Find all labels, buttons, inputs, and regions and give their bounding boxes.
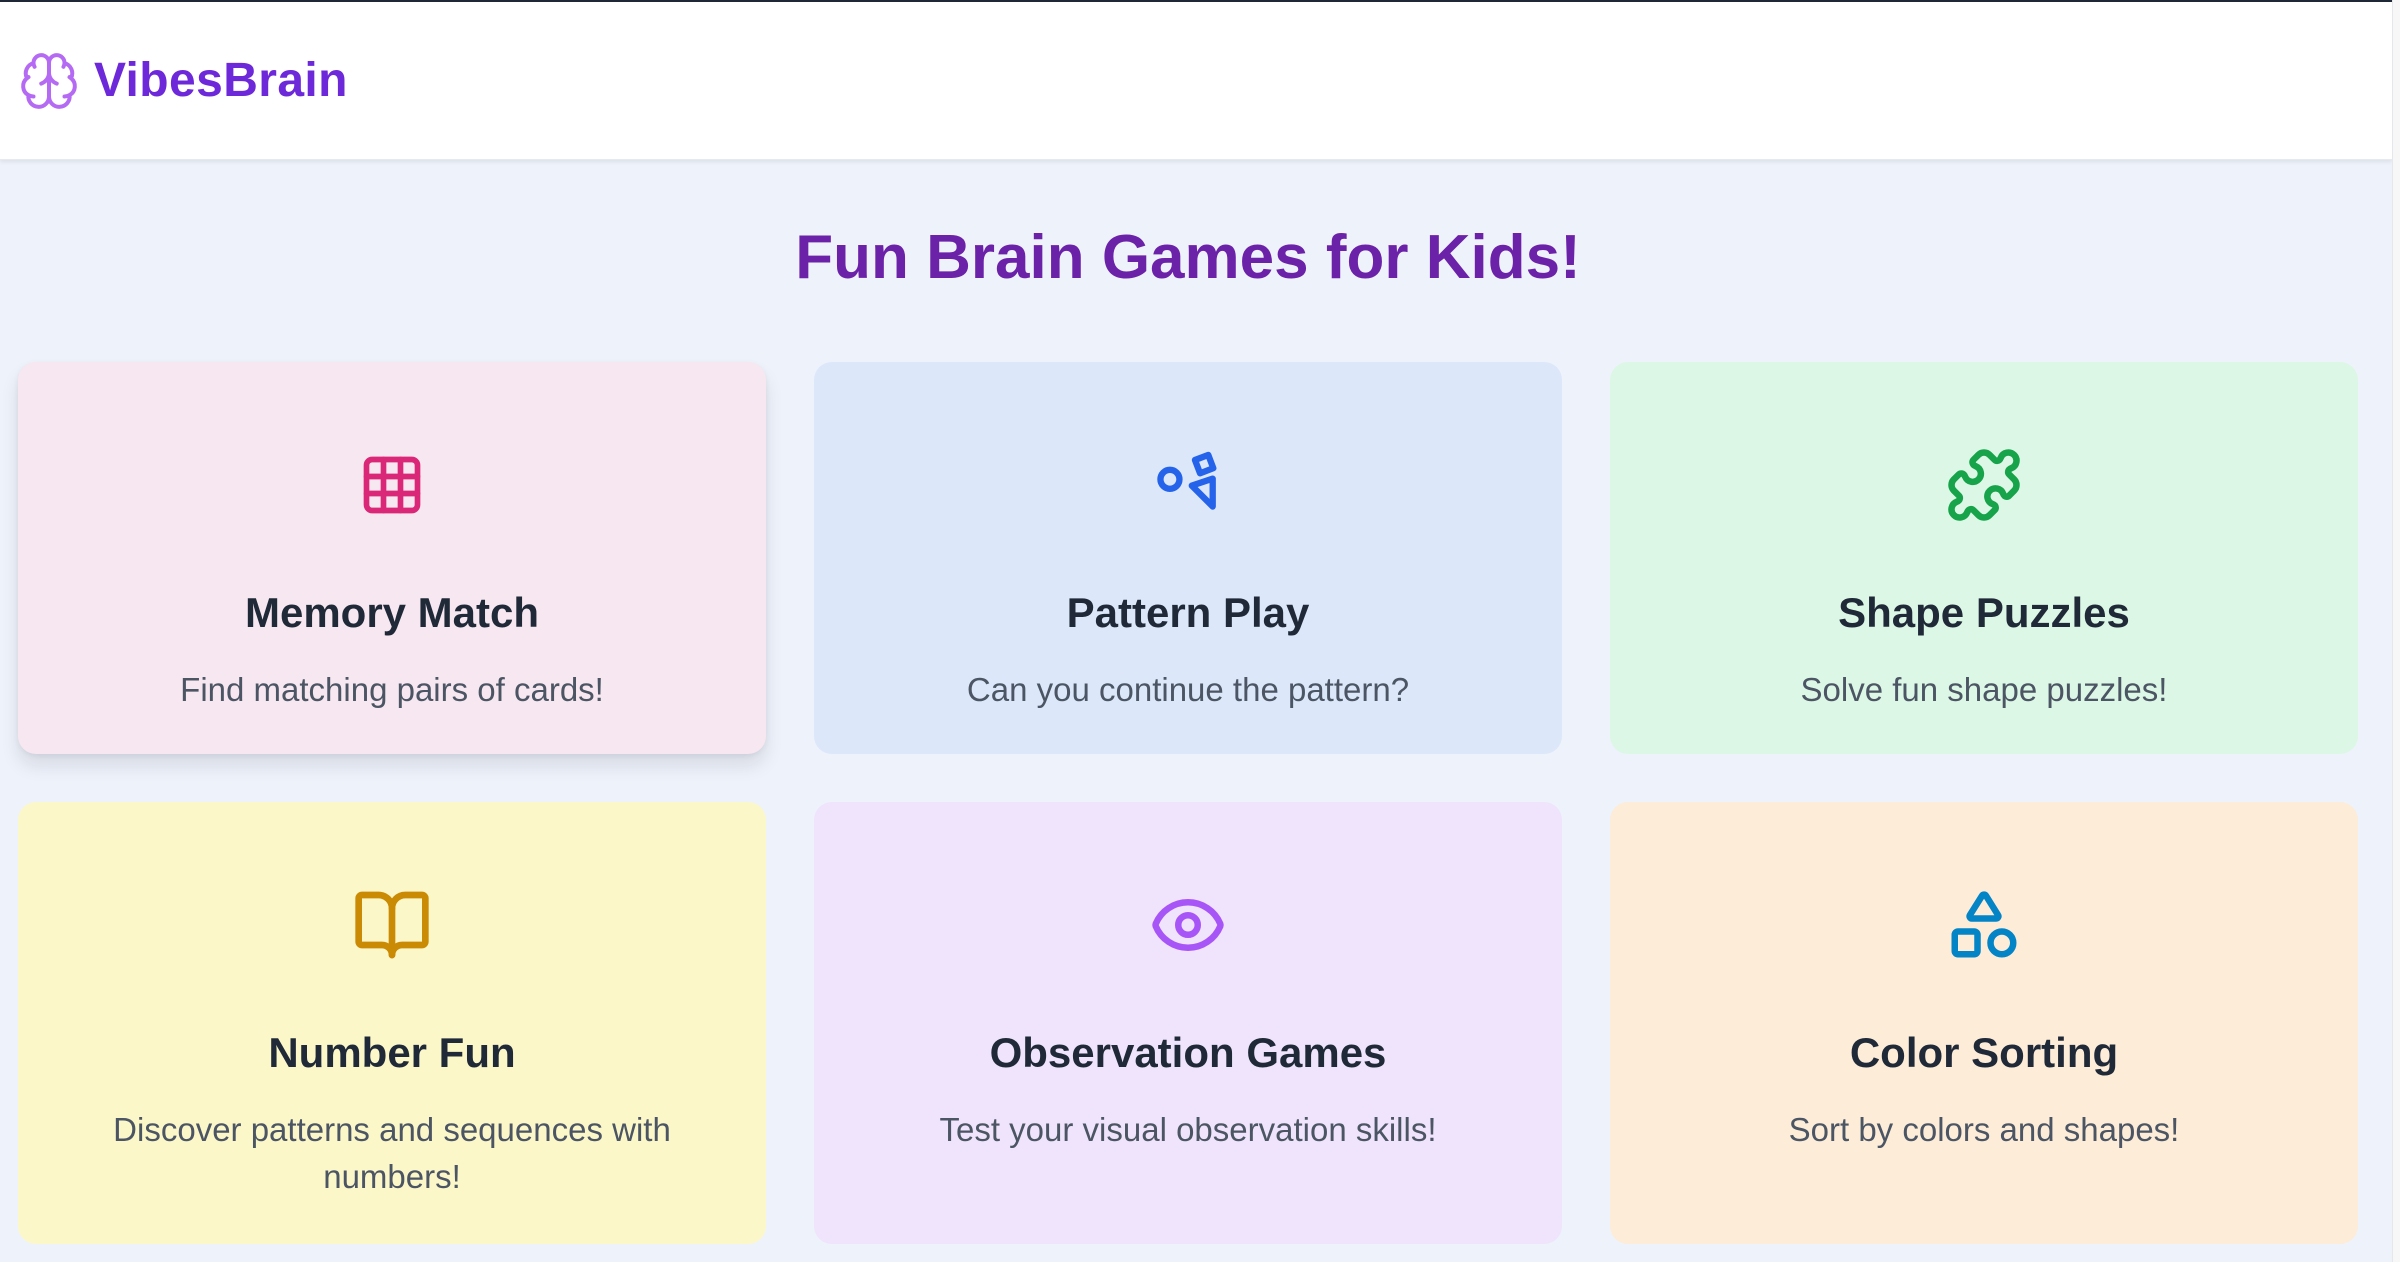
site-header: VibesBrain (0, 2, 2392, 160)
shapes-sort-icon (1943, 884, 2025, 966)
game-description: Can you continue the pattern? (966, 671, 1410, 709)
eye-icon (1147, 884, 1229, 966)
game-title: Pattern Play (1066, 589, 1310, 636)
game-card-color-sorting[interactable]: Color Sorting Sort by colors and shapes! (1610, 802, 2358, 1244)
puzzle-icon (1943, 444, 2025, 526)
game-title: Number Fun (268, 1029, 516, 1076)
page-scrollbar[interactable] (2392, 0, 2400, 1262)
brand-link[interactable]: VibesBrain (18, 50, 348, 112)
game-title: Observation Games (989, 1029, 1387, 1076)
game-card-shape-puzzles[interactable]: Shape Puzzles Solve fun shape puzzles! (1610, 362, 2358, 754)
grid-icon (351, 444, 433, 526)
game-title: Memory Match (244, 589, 540, 636)
book-open-icon (351, 884, 433, 966)
game-description: Solve fun shape puzzles! (1800, 671, 2168, 709)
page-title: Fun Brain Games for Kids! (795, 223, 1581, 292)
game-card-pattern-play[interactable]: Pattern Play Can you continue the patter… (814, 362, 1562, 754)
brain-icon (18, 50, 80, 112)
game-description: Test your visual observation skills! (939, 1111, 1437, 1149)
game-description: Discover patterns and sequences with num… (113, 1111, 671, 1196)
shapes-icon (1147, 444, 1229, 526)
app-page: VibesBrain Fun Brain Games for Kids! Mem… (0, 0, 2392, 1262)
game-title: Shape Puzzles (1838, 589, 2130, 636)
game-description: Find matching pairs of cards! (180, 671, 604, 709)
game-title: Color Sorting (1849, 1029, 2119, 1076)
game-card-memory-match[interactable]: Memory Match Find matching pairs of card… (18, 362, 766, 754)
game-description: Sort by colors and shapes! (1788, 1111, 2180, 1149)
brand-name: VibesBrain (94, 53, 348, 107)
game-card-observation-games[interactable]: Observation Games Test your visual obser… (814, 802, 1562, 1244)
game-card-number-fun[interactable]: Number Fun Discover patterns and sequenc… (18, 802, 766, 1244)
game-cards-grid: Memory Match Find matching pairs of card… (18, 362, 2358, 1244)
